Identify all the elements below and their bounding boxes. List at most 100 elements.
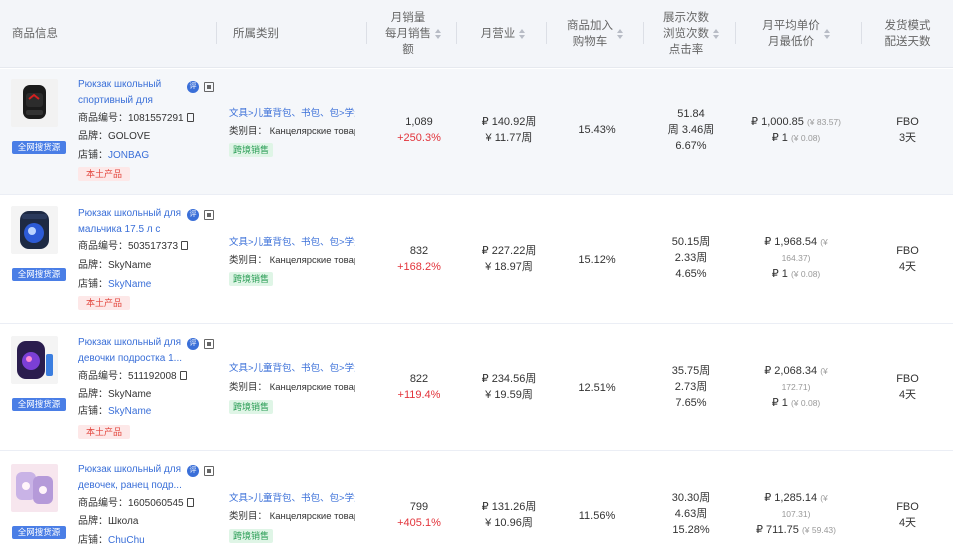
header-divider: [861, 22, 862, 44]
review-icon[interactable]: 评: [187, 465, 199, 477]
header-divider: [216, 22, 217, 44]
impressions-cell: 35.75周 2.73周 7.65%: [671, 365, 711, 409]
product-shop: 店铺：SkyName: [78, 406, 152, 417]
impressions-cell: 50.15周 2.33周 4.65%: [671, 236, 711, 280]
local-product-tag: 本土产品: [78, 296, 131, 310]
header-divider: [643, 22, 644, 44]
monthly-sales-cell: 822 +119.4%: [397, 373, 441, 401]
impressions-cell: 51.84 周 3.46周 6.67%: [667, 108, 715, 152]
open-external-icon[interactable]: [204, 82, 214, 92]
table-header: 商品信息 所属类别 月销量 每月销售 额 月营业 商品加入 购物车 展示次数 浏…: [0, 0, 953, 68]
open-external-icon[interactable]: [204, 210, 214, 220]
backpack-image-icon: [11, 206, 58, 254]
crossborder-tag: 跨境销售: [229, 143, 274, 157]
product-thumbnail[interactable]: [11, 79, 58, 127]
impressions-cell: 30.30周 4.63周 15.28%: [671, 492, 711, 536]
subcategory: 类别目： Канцелярские товары: [229, 382, 355, 393]
source-search-badge[interactable]: 全网搜货源: [12, 268, 66, 281]
subcategory: 类别目： Канцелярские товары: [229, 126, 355, 137]
delivery-cell: FBO 4天: [896, 373, 919, 401]
product-shop: 店铺：ChuChu: [78, 535, 145, 546]
product-brand: 品牌：SkyName: [78, 389, 152, 400]
shop-link[interactable]: SkyName: [108, 279, 151, 290]
header-impressions[interactable]: 展示次数 浏览次数 点击率: [645, 0, 737, 68]
copy-icon[interactable]: [186, 113, 194, 122]
shop-link[interactable]: SkyName: [108, 406, 151, 417]
avg-price-cell: ₽ 1,285.14 (¥ 107.31) ₽ 711.75 (¥ 59.43): [756, 492, 836, 536]
header-monthly-revenue[interactable]: 月营业: [460, 0, 546, 68]
header-monthly-sales[interactable]: 月销量 每月销售 额: [370, 0, 456, 68]
category-path-link[interactable]: 文具>儿童背包、书包、包>学生: [229, 362, 355, 376]
copy-icon[interactable]: [181, 241, 189, 250]
table-row[interactable]: 全网搜货源 Рюкзак школьный для девочки подрос…: [0, 325, 953, 451]
header-avg-price[interactable]: 月平均单价 月最低价: [740, 0, 852, 68]
review-icon[interactable]: 评: [187, 81, 199, 93]
crossborder-tag: 跨境销售: [229, 529, 274, 543]
source-search-badge[interactable]: 全网搜货源: [12, 526, 66, 539]
product-sku: 商品编号：511192008: [78, 368, 187, 386]
avg-price-cell: ₽ 1,968.54 (¥ 164.37) ₽ 1 (¥ 0.08): [764, 236, 828, 280]
delivery-cell: FBO 4天: [896, 501, 919, 529]
header-add-to-cart[interactable]: 商品加入 购物车: [550, 0, 640, 68]
header-divider: [456, 22, 457, 44]
cart-rate-cell: 11.56%: [578, 510, 616, 522]
monthly-sales-cell: 832 +168.2%: [397, 245, 441, 273]
cart-rate-cell: 15.43%: [578, 124, 616, 136]
product-sku: 商品编号：503517373: [78, 238, 189, 256]
header-divider: [366, 22, 367, 44]
shop-link[interactable]: JONBAG: [108, 150, 149, 161]
monthly-sales-cell: 1,089 +250.3%: [397, 116, 441, 144]
avg-price-cell: ₽ 2,068.34 (¥ 172.71) ₽ 1 (¥ 0.08): [764, 365, 828, 409]
product-title-link[interactable]: Рюкзак школьный для девочки подростка 1.…: [78, 335, 184, 367]
product-thumbnail[interactable]: [11, 464, 58, 512]
header-product-info: 商品信息: [12, 28, 58, 40]
header-divider: [735, 22, 736, 44]
open-external-icon[interactable]: [204, 339, 214, 349]
copy-icon[interactable]: [186, 498, 194, 507]
local-product-tag: 本土产品: [78, 425, 131, 439]
table-row[interactable]: 全网搜货源 Рюкзак школьный для мальчика 17.5 …: [0, 196, 953, 324]
product-sku: 商品编号：1081557291: [78, 110, 194, 128]
table-row[interactable]: 全网搜货源 Рюкзак школьный для девочек, ранец…: [0, 452, 953, 554]
category-path-link[interactable]: 文具>儿童背包、书包、包>学生: [229, 492, 355, 506]
review-icon[interactable]: 评: [187, 209, 199, 221]
source-search-badge[interactable]: 全网搜货源: [12, 141, 66, 154]
delivery-cell: FBO 3天: [896, 116, 919, 144]
product-sku: 商品编号：1605060545: [78, 495, 194, 513]
sort-icon[interactable]: [713, 29, 719, 39]
product-brand: 品牌：GOLOVE: [78, 131, 151, 142]
crossborder-tag: 跨境销售: [229, 272, 274, 286]
review-icon[interactable]: 评: [187, 338, 199, 350]
table-row[interactable]: 全网搜货源 Рюкзак школьный спортивный для мал…: [0, 69, 953, 195]
product-thumbnail[interactable]: [11, 336, 58, 384]
product-title-link[interactable]: Рюкзак школьный для мальчика 17.5 л с ан…: [78, 206, 184, 238]
subcategory: 类别目： Канцелярские товары: [229, 255, 355, 266]
product-title-link[interactable]: Рюкзак школьный для девочек, ранец подр.…: [78, 462, 184, 494]
avg-price-cell: ₽ 1,000.85 (¥ 83.57) ₽ 1 (¥ 0.08): [751, 116, 841, 144]
product-shop: 店铺：JONBAG: [78, 150, 150, 161]
open-external-icon[interactable]: [204, 466, 214, 476]
category-path-link[interactable]: 文具>儿童背包、书包、包>学生: [229, 107, 355, 121]
sort-icon[interactable]: [435, 29, 441, 39]
header-divider: [546, 22, 547, 44]
sort-icon[interactable]: [519, 29, 526, 39]
sort-icon[interactable]: [617, 29, 623, 39]
subcategory: 类别目： Канцелярские товары: [229, 511, 355, 522]
product-thumbnail[interactable]: [11, 206, 58, 254]
local-product-tag: 本土产品: [78, 167, 131, 181]
category-path-link[interactable]: 文具>儿童背包、书包、包>学生: [229, 236, 355, 250]
cart-rate-cell: 15.12%: [578, 254, 616, 266]
copy-icon[interactable]: [179, 371, 187, 380]
monthly-revenue-cell: ₽ 131.26周 ¥ 10.96周: [481, 501, 537, 529]
crossborder-tag: 跨境销售: [229, 400, 274, 414]
source-search-badge[interactable]: 全网搜货源: [12, 398, 66, 411]
monthly-sales-cell: 799 +405.1%: [397, 501, 441, 529]
monthly-revenue-cell: ₽ 234.56周 ¥ 19.59周: [481, 373, 537, 401]
backpack-image-icon: [11, 336, 58, 384]
product-title-link[interactable]: Рюкзак школьный спортивный для мальчи...: [78, 77, 184, 109]
sort-icon[interactable]: [823, 29, 830, 39]
product-brand: 品牌：Школа: [78, 516, 139, 527]
shop-link[interactable]: ChuChu: [108, 535, 145, 546]
monthly-revenue-cell: ₽ 227.22周 ¥ 18.97周: [481, 245, 537, 273]
backpack-image-icon: [11, 464, 58, 512]
